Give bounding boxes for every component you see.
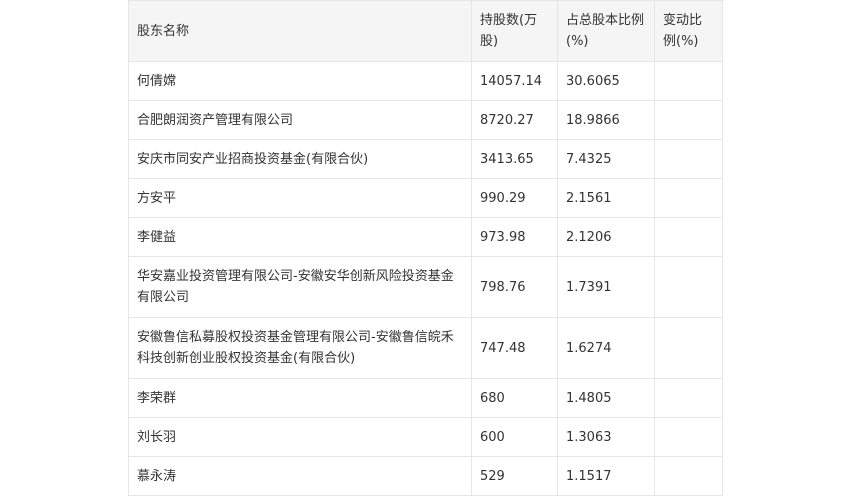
table-header-row: 股东名称 持股数(万股) 占总股本比例(%) 变动比例(%) — [128, 0, 723, 62]
cell-change-ratio — [654, 417, 723, 457]
cell-shareholder-name: 合肥朗润资产管理有限公司 — [128, 100, 472, 140]
header-shareholder-name: 股东名称 — [128, 0, 472, 62]
cell-share-ratio: 2.1561 — [557, 178, 655, 218]
table-row: 安庆市同安产业招商投资基金(有限合伙) 3413.65 7.4325 — [128, 139, 723, 179]
table-row: 慕永涛 529 1.1517 — [128, 456, 723, 496]
cell-change-ratio — [654, 456, 723, 496]
cell-shares-held: 14057.14 — [471, 61, 558, 101]
cell-shareholder-name: 刘长羽 — [128, 417, 472, 457]
table-row: 李荣群 680 1.4805 — [128, 378, 723, 418]
cell-share-ratio: 7.4325 — [557, 139, 655, 179]
cell-share-ratio: 1.6274 — [557, 317, 655, 379]
cell-shares-held: 990.29 — [471, 178, 558, 218]
cell-change-ratio — [654, 139, 723, 179]
cell-shareholder-name: 安庆市同安产业招商投资基金(有限合伙) — [128, 139, 472, 179]
cell-change-ratio — [654, 100, 723, 140]
cell-share-ratio: 2.1206 — [557, 217, 655, 257]
cell-share-ratio: 1.7391 — [557, 256, 655, 318]
cell-change-ratio — [654, 378, 723, 418]
table-row: 华安嘉业投资管理有限公司-安徽安华创新风险投资基金有限公司 798.76 1.7… — [128, 256, 723, 318]
cell-shareholder-name: 何倩嫦 — [128, 61, 472, 101]
table-row: 方安平 990.29 2.1561 — [128, 178, 723, 218]
header-shares-held: 持股数(万股) — [471, 0, 558, 62]
cell-change-ratio — [654, 256, 723, 318]
cell-share-ratio: 1.1517 — [557, 456, 655, 496]
cell-share-ratio: 1.3063 — [557, 417, 655, 457]
table-row: 合肥朗润资产管理有限公司 8720.27 18.9866 — [128, 100, 723, 140]
cell-change-ratio — [654, 178, 723, 218]
cell-share-ratio: 1.4805 — [557, 378, 655, 418]
cell-change-ratio — [654, 317, 723, 379]
cell-shares-held: 8720.27 — [471, 100, 558, 140]
header-share-ratio: 占总股本比例(%) — [557, 0, 655, 62]
table-row: 安徽鲁信私募股权投资基金管理有限公司-安徽鲁信皖禾科技创新创业股权投资基金(有限… — [128, 317, 723, 379]
cell-share-ratio: 18.9866 — [557, 100, 655, 140]
cell-shares-held: 798.76 — [471, 256, 558, 318]
cell-shares-held: 3413.65 — [471, 139, 558, 179]
table-row: 李健益 973.98 2.1206 — [128, 217, 723, 257]
cell-change-ratio — [654, 217, 723, 257]
cell-shareholder-name: 李健益 — [128, 217, 472, 257]
table-row: 何倩嫦 14057.14 30.6065 — [128, 61, 723, 101]
cell-shareholder-name: 方安平 — [128, 178, 472, 218]
cell-shares-held: 973.98 — [471, 217, 558, 257]
cell-shareholder-name: 安徽鲁信私募股权投资基金管理有限公司-安徽鲁信皖禾科技创新创业股权投资基金(有限… — [128, 317, 472, 379]
cell-shareholder-name: 李荣群 — [128, 378, 472, 418]
cell-shares-held: 680 — [471, 378, 558, 418]
cell-share-ratio: 30.6065 — [557, 61, 655, 101]
cell-shareholder-name: 华安嘉业投资管理有限公司-安徽安华创新风险投资基金有限公司 — [128, 256, 472, 318]
table-row: 刘长羽 600 1.3063 — [128, 417, 723, 457]
cell-shares-held: 529 — [471, 456, 558, 496]
cell-shares-held: 600 — [471, 417, 558, 457]
header-change-ratio: 变动比例(%) — [654, 0, 723, 62]
shareholder-table: 股东名称 持股数(万股) 占总股本比例(%) 变动比例(%) 何倩嫦 14057… — [128, 0, 723, 496]
cell-shareholder-name: 慕永涛 — [128, 456, 472, 496]
cell-shares-held: 747.48 — [471, 317, 558, 379]
cell-change-ratio — [654, 61, 723, 101]
shareholder-table-container: 股东名称 持股数(万股) 占总股本比例(%) 变动比例(%) 何倩嫦 14057… — [128, 0, 723, 496]
